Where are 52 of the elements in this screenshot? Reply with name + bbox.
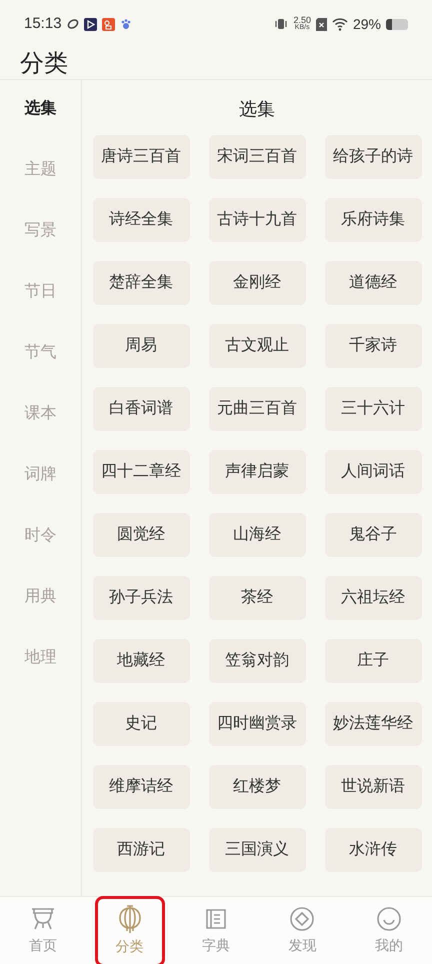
collection-button[interactable]: 古诗十九首 xyxy=(208,198,306,242)
collection-button[interactable]: 笠翁对韵 xyxy=(208,639,306,683)
collection-button[interactable]: 唐诗三百首 xyxy=(92,135,190,179)
collection-button[interactable]: 红楼梦 xyxy=(208,765,306,809)
collection-button[interactable]: 白香词谱 xyxy=(92,387,190,431)
play-app-icon xyxy=(84,18,97,30)
collection-button[interactable]: 给孩子的诗 xyxy=(324,135,422,179)
collection-button[interactable]: 人间词话 xyxy=(324,450,422,494)
collection-button[interactable]: 维摩诘经 xyxy=(92,765,190,809)
sim-icon xyxy=(316,18,327,30)
paw-icon xyxy=(120,18,132,30)
collection-button[interactable]: 世说新语 xyxy=(324,765,422,809)
wifi-icon xyxy=(332,18,348,30)
collection-button[interactable]: 圆觉经 xyxy=(92,513,190,557)
collection-button[interactable]: 水浒传 xyxy=(324,828,422,872)
collection-button[interactable]: 声律启蒙 xyxy=(208,450,306,494)
collection-button[interactable]: 四时幽赏录 xyxy=(208,702,306,746)
battery-percent: 29% xyxy=(352,14,381,34)
collection-button[interactable]: 周易 xyxy=(92,324,190,368)
smile-icon xyxy=(374,905,403,933)
battery-icon xyxy=(386,18,408,30)
collection-button[interactable]: 千家诗 xyxy=(324,324,422,368)
section-title: 选集 xyxy=(239,98,275,121)
collection-button[interactable]: 三十六计 xyxy=(324,387,422,431)
collection-button[interactable]: 妙法莲华经 xyxy=(324,702,422,746)
status-time: 15:13 xyxy=(24,14,62,34)
collection-button[interactable]: 宋词三百首 xyxy=(208,135,306,179)
collection-button[interactable]: 古文观止 xyxy=(208,324,306,368)
sidebar-tab[interactable]: 选集 xyxy=(24,97,56,121)
leaf-icon xyxy=(66,18,79,30)
network-speed: 2.50 xyxy=(293,16,311,24)
collection-button[interactable]: 庄子 xyxy=(324,639,422,683)
collection-button[interactable]: 鬼谷子 xyxy=(324,513,422,557)
collection-button[interactable]: 乐府诗集 xyxy=(324,198,422,242)
collection-button[interactable]: 孙子兵法 xyxy=(92,576,190,620)
collection-button[interactable]: 四十二章经 xyxy=(92,450,190,494)
collection-button[interactable]: 地藏经 xyxy=(92,639,190,683)
collection-button[interactable]: 西游记 xyxy=(92,828,190,872)
collection-button[interactable]: 三国演义 xyxy=(208,828,306,872)
collection-button[interactable]: 诗经全集 xyxy=(92,198,190,242)
collection-button[interactable]: 茶经 xyxy=(208,576,306,620)
collection-button[interactable]: 山海经 xyxy=(208,513,306,557)
collection-button[interactable]: 楚辞全集 xyxy=(92,261,190,305)
collection-button[interactable]: 元曲三百首 xyxy=(208,387,306,431)
collection-button[interactable]: 道德经 xyxy=(324,261,422,305)
page-title: 分类 xyxy=(20,52,68,76)
collection-button[interactable]: 史记 xyxy=(92,702,190,746)
collection-button[interactable]: 六祖坛经 xyxy=(324,576,422,620)
collection-button[interactable]: 金刚经 xyxy=(208,261,306,305)
vibrate-icon xyxy=(274,18,288,30)
app-icon xyxy=(102,18,115,30)
diamond-circle-icon xyxy=(288,905,316,933)
